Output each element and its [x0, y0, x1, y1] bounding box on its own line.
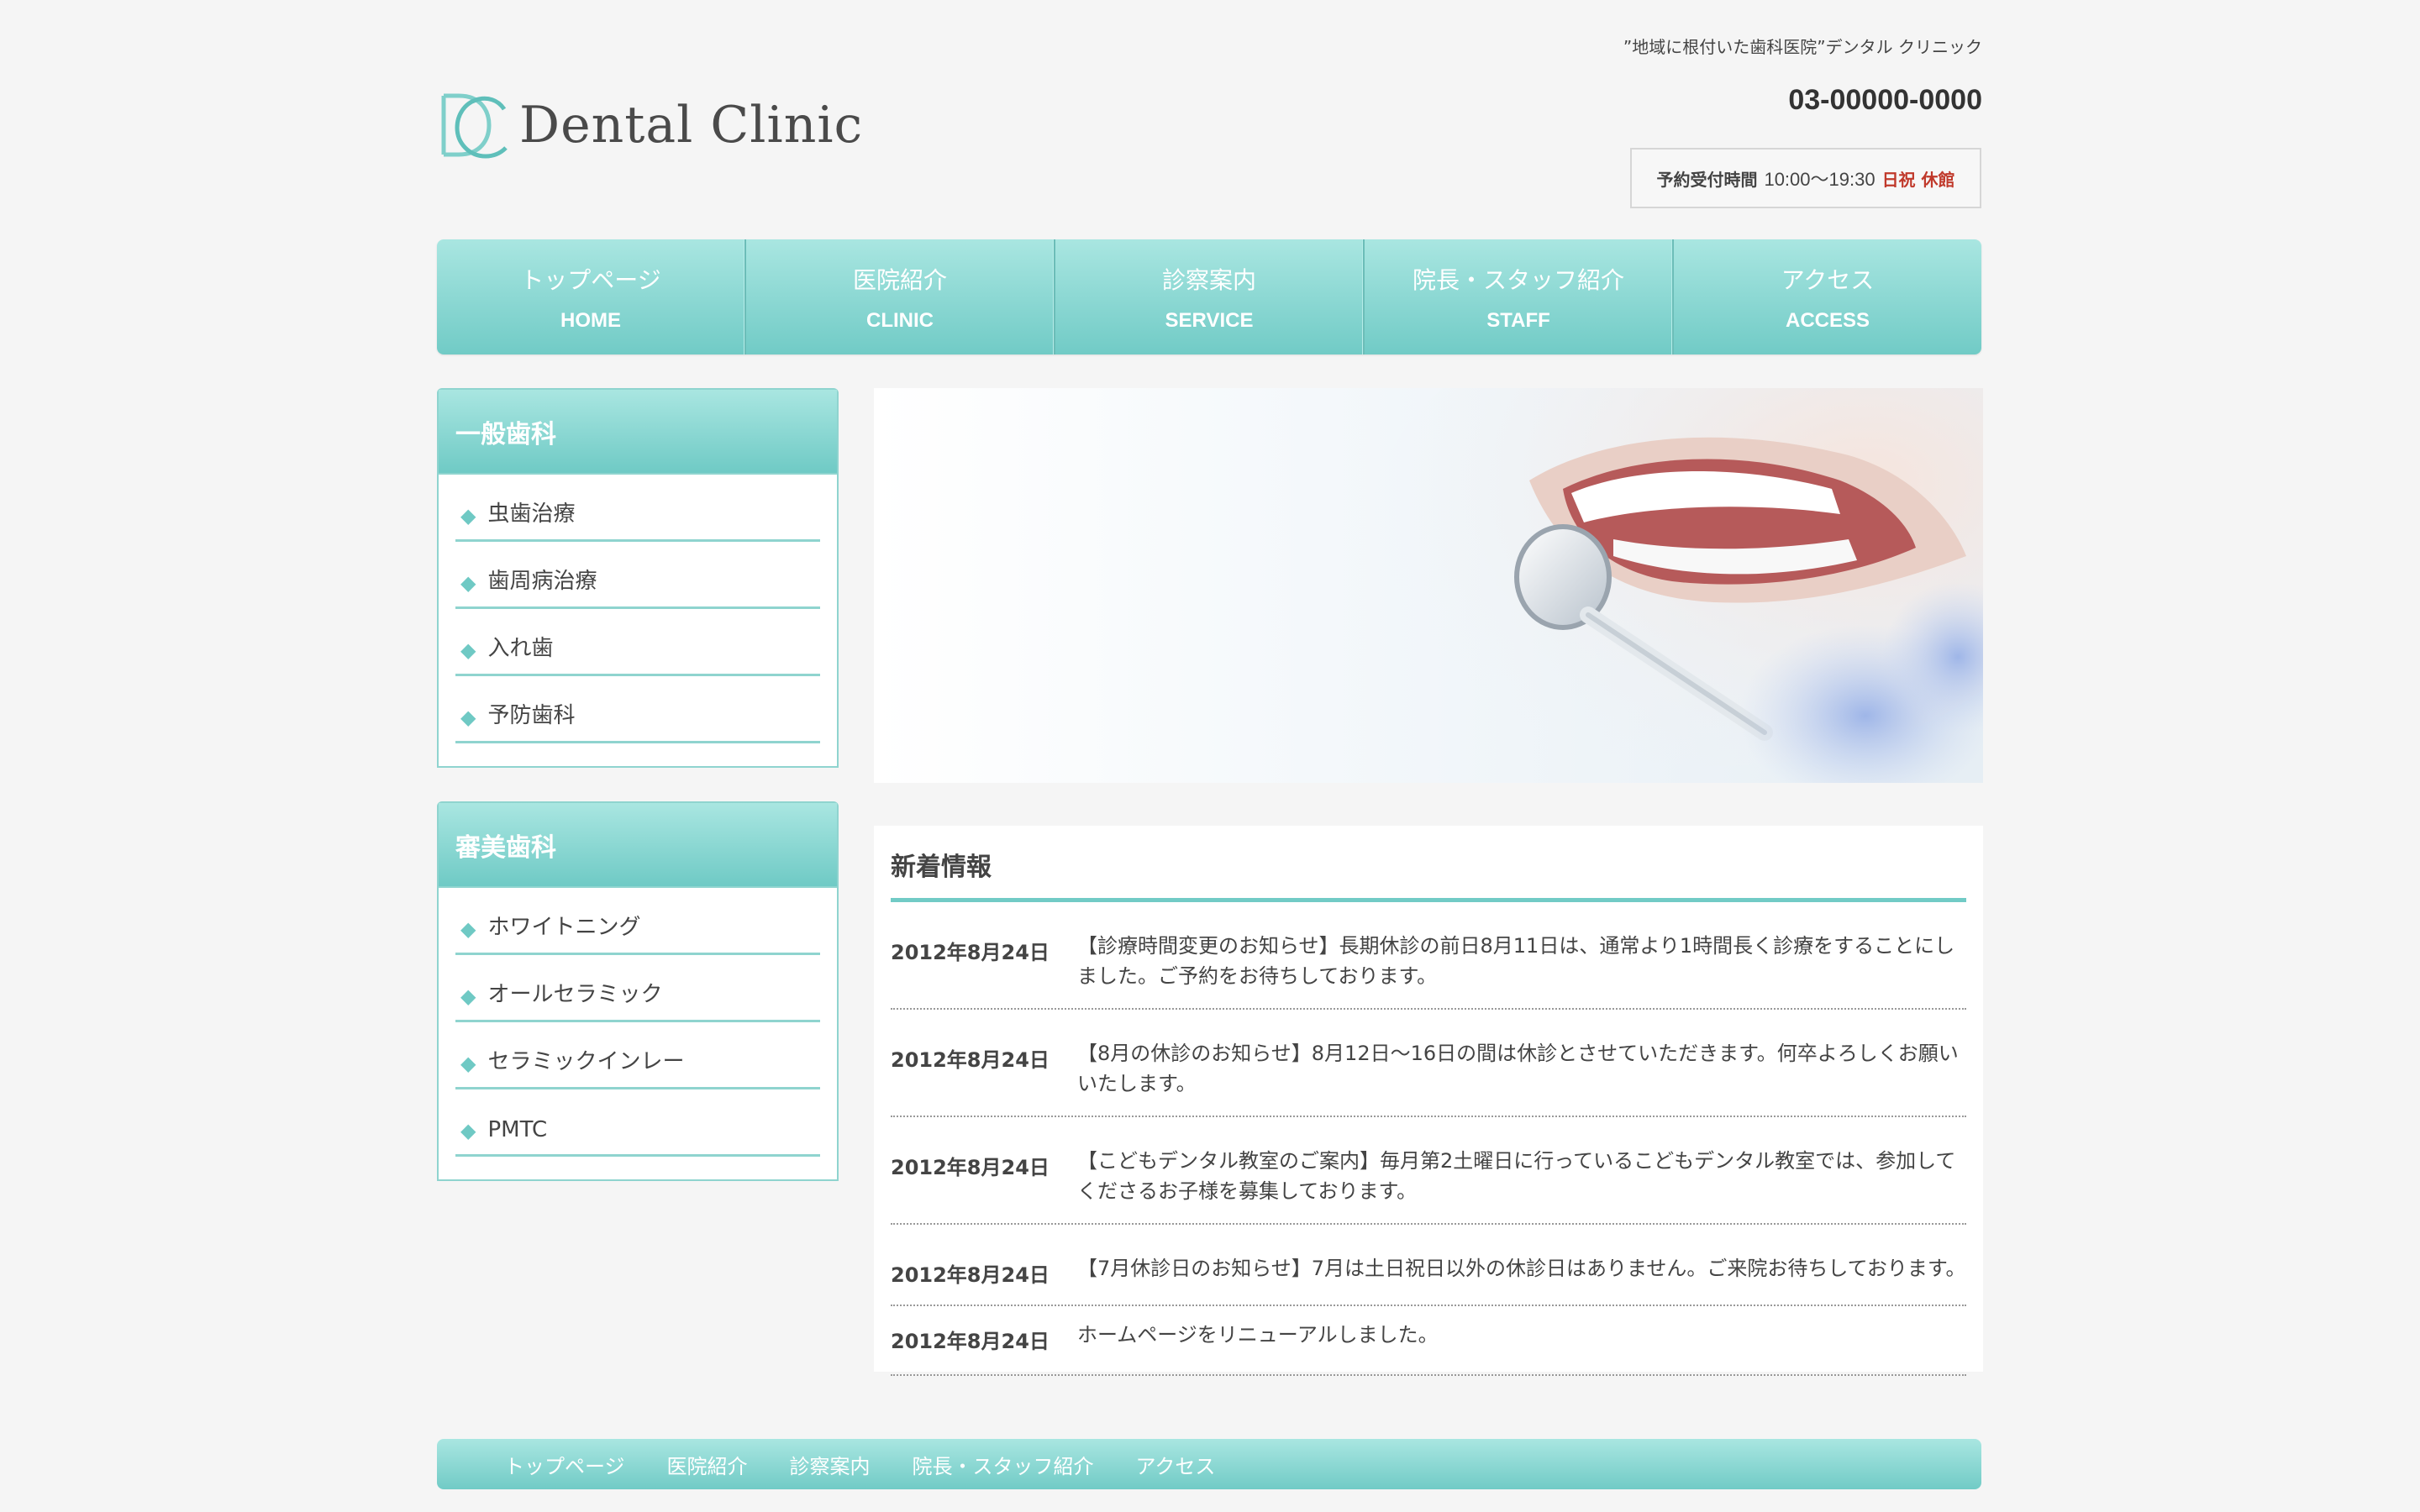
global-nav: トップページ HOME 医院紹介 CLINIC 診察案内 SERVICE 院長・…	[437, 239, 1981, 354]
news-date: 2012年8月24日	[891, 1048, 1050, 1072]
nav-item-home[interactable]: トップページ HOME	[437, 239, 746, 354]
nav-item-clinic[interactable]: 医院紹介 CLINIC	[746, 239, 1055, 354]
news-item: 2012年8月24日 【7月休診日のお知らせ】7月は土日祝日以外の休診日はありま…	[891, 1225, 1966, 1306]
nav-item-staff[interactable]: 院長・スタッフ紹介 STAFF	[1365, 239, 1674, 354]
dc-logo-icon	[441, 93, 508, 159]
nav-label-jp: アクセス	[1781, 265, 1875, 294]
news-item: 2012年8月24日 【こどもデンタル教室のご案内】毎月第2土曜日に行っているこ…	[891, 1117, 1966, 1225]
logo-text: Dental Clinic	[519, 96, 864, 155]
hours-time: 10:00〜19:30	[1764, 169, 1876, 190]
nav-label-jp: 院長・スタッフ紹介	[1412, 265, 1624, 294]
diamond-bullet-icon: ◆	[460, 984, 476, 1008]
hours-closed: 日祝 休館	[1881, 169, 1955, 190]
hero-image	[874, 388, 1983, 783]
sidebar-heading: 審美歯科	[439, 803, 837, 888]
smile-illustration	[1370, 388, 1983, 783]
sidebar-heading: 一般歯科	[439, 390, 837, 475]
footer-link-access[interactable]: アクセス	[1136, 1450, 1216, 1479]
nav-label-en: ACCESS	[1785, 308, 1870, 332]
news-text: ホームページをリニューアルしました。	[1077, 1323, 1439, 1347]
sidebar-cosmetic-dentistry: 審美歯科 ◆ ホワイトニング ◆ オールセラミック ◆ セラミックインレー ◆ PMTC	[437, 801, 839, 1181]
diamond-bullet-icon: ◆	[460, 504, 476, 528]
nav-item-access[interactable]: アクセス ACCESS	[1674, 239, 1981, 354]
sidebar-item-label: ホワイトニング	[487, 915, 641, 940]
sidebar-item-preventive[interactable]: ◆ 予防歯科	[455, 676, 820, 743]
nav-label-en: STAFF	[1486, 308, 1550, 332]
diamond-bullet-icon: ◆	[460, 917, 476, 941]
news-text: 【7月休診日のお知らせ】7月は土日祝日以外の休診日はありません。ご来院お待ちして…	[1077, 1257, 1966, 1280]
sidebar-list: ◆ 虫歯治療 ◆ 歯周病治療 ◆ 入れ歯 ◆ 予防歯科	[439, 475, 837, 743]
news-date: 2012年8月24日	[891, 1263, 1050, 1287]
sidebar-item-cavity[interactable]: ◆ 虫歯治療	[455, 475, 820, 542]
sidebar-item-label: 予防歯科	[487, 703, 576, 728]
nav-label-jp: トップページ	[520, 265, 661, 294]
news-text: 【診療時間変更のお知らせ】長期休診の前日8月11日は、通常より1時間長く診療をす…	[1077, 934, 1955, 988]
hours-box: 予約受付時間 10:00〜19:30 日祝 休館	[1630, 148, 1981, 208]
nav-label-jp: 診察案内	[1161, 265, 1256, 294]
footer-link-service[interactable]: 診察案内	[790, 1450, 871, 1479]
hours-label: 予約受付時間	[1656, 169, 1758, 190]
sidebar-item-ceramic-inlay[interactable]: ◆ セラミックインレー	[455, 1022, 820, 1089]
footer-link-home[interactable]: トップページ	[504, 1450, 625, 1479]
nav-label-jp: 医院紹介	[852, 265, 947, 294]
news-item: 2012年8月24日 ホームページをリニューアルしました。	[891, 1306, 1966, 1376]
news-item: 2012年8月24日 【診療時間変更のお知らせ】長期休診の前日8月11日は、通常…	[891, 902, 1966, 1010]
sidebar-item-periodontal[interactable]: ◆ 歯周病治療	[455, 542, 820, 609]
page: ”地域に根付いた歯科医院”デンタル クリニック Dental Clinic 03…	[0, 0, 2420, 1512]
sidebar-item-all-ceramic[interactable]: ◆ オールセラミック	[455, 955, 820, 1022]
nav-label-en: CLINIC	[866, 308, 934, 332]
news-title: 新着情報	[891, 846, 1966, 902]
news-date: 2012年8月24日	[891, 941, 1050, 964]
sidebar-item-label: オールセラミック	[487, 982, 663, 1007]
nav-item-service[interactable]: 診察案内 SERVICE	[1055, 239, 1365, 354]
footer-link-clinic[interactable]: 医院紹介	[667, 1450, 748, 1479]
sidebar-item-label: PMTC	[487, 1117, 548, 1142]
nav-label-en: SERVICE	[1165, 308, 1254, 332]
sidebar-item-label: 入れ歯	[487, 636, 554, 661]
nav-label-en: HOME	[560, 308, 621, 332]
diamond-bullet-icon: ◆	[460, 571, 476, 595]
sidebar-item-label: 虫歯治療	[487, 501, 576, 527]
phone-number: 03-00000-0000	[1788, 84, 1982, 116]
diamond-bullet-icon: ◆	[460, 638, 476, 662]
news-item: 2012年8月24日 【8月の休診のお知らせ】8月12日〜16日の間は休診とさせ…	[891, 1010, 1966, 1117]
diamond-bullet-icon: ◆	[460, 1119, 476, 1142]
news-date: 2012年8月24日	[891, 1156, 1050, 1179]
news-date: 2012年8月24日	[891, 1330, 1050, 1353]
diamond-bullet-icon: ◆	[460, 706, 476, 729]
news-section: 新着情報 2012年8月24日 【診療時間変更のお知らせ】長期休診の前日8月11…	[874, 826, 1983, 1376]
clinic-logo[interactable]: Dental Clinic	[439, 87, 863, 163]
sidebar-list: ◆ ホワイトニング ◆ オールセラミック ◆ セラミックインレー ◆ PMTC	[439, 888, 837, 1157]
header-tagline: ”地域に根付いた歯科医院”デンタル クリニック	[1623, 37, 1982, 57]
footer-nav: トップページ 医院紹介 診察案内 院長・スタッフ紹介 アクセス	[437, 1439, 1981, 1489]
news-text: 【8月の休診のお知らせ】8月12日〜16日の間は休診とさせていただきます。何卒よ…	[1077, 1042, 1959, 1095]
sidebar-item-pmtc[interactable]: ◆ PMTC	[455, 1089, 820, 1157]
footer-link-staff[interactable]: 院長・スタッフ紹介	[913, 1450, 1094, 1479]
sidebar-general-dentistry: 一般歯科 ◆ 虫歯治療 ◆ 歯周病治療 ◆ 入れ歯 ◆ 予防歯科	[437, 388, 839, 768]
sidebar-item-dentures[interactable]: ◆ 入れ歯	[455, 609, 820, 676]
news-text: 【こどもデンタル教室のご案内】毎月第2土曜日に行っているこどもデンタル教室では、…	[1077, 1149, 1956, 1203]
diamond-bullet-icon: ◆	[460, 1052, 476, 1075]
sidebar-item-label: セラミックインレー	[487, 1049, 685, 1074]
sidebar-item-label: 歯周病治療	[487, 569, 597, 594]
sidebar-item-whitening[interactable]: ◆ ホワイトニング	[455, 888, 820, 955]
